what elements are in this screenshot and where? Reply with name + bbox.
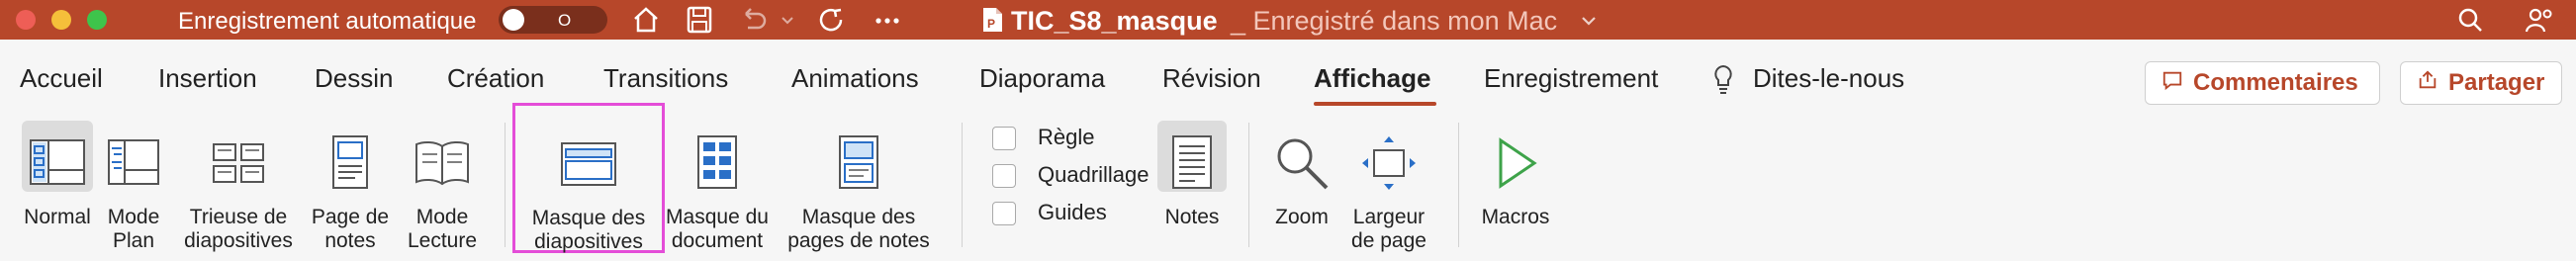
guides-checkbox[interactable]: Guides — [992, 200, 1107, 226]
slide-master-label: Masque des diapositives — [531, 207, 646, 253]
macros-button[interactable]: Macros — [1468, 119, 1563, 257]
zoom-window-button[interactable] — [87, 10, 107, 30]
notes-master-icon — [828, 132, 889, 194]
notes-pane-button[interactable]: Notes — [1148, 119, 1237, 257]
tab-accueil[interactable]: Accueil — [20, 63, 103, 94]
share-button[interactable]: Partager — [2400, 61, 2562, 105]
handout-master-icon — [687, 132, 748, 194]
autosave-state: O — [558, 11, 572, 30]
fit-to-window-icon — [1358, 132, 1420, 194]
more-icon[interactable] — [871, 4, 904, 36]
reading-view-icon — [412, 132, 473, 194]
comments-button-label: Commentaires — [2193, 69, 2358, 96]
slide-sorter-icon — [208, 132, 269, 194]
save-icon[interactable] — [683, 4, 716, 36]
tab-animations[interactable]: Animations — [791, 63, 919, 94]
ribbon-separator — [1248, 123, 1249, 247]
svg-text:P: P — [987, 17, 995, 31]
autosave-toggle[interactable]: O — [499, 6, 607, 34]
title-chevron-down-icon[interactable] — [1577, 4, 1601, 36]
share-button-label: Partager — [2448, 69, 2545, 96]
tab-insertion[interactable]: Insertion — [158, 63, 257, 94]
normal-view-icon — [27, 132, 88, 194]
reading-view-button[interactable]: Mode Lecture — [398, 119, 487, 257]
ribbon-affichage: Normal Mode Plan Trieuse de diapositives… — [0, 103, 2576, 261]
autosave-label: Enregistrement automatique — [178, 8, 477, 35]
gridlines-checkbox[interactable]: Quadrillage — [992, 162, 1150, 189]
notes-page-label: Page de notes — [311, 206, 390, 252]
undo-chevron-down-icon[interactable] — [778, 4, 797, 36]
tab-dites-le-nous[interactable]: Dites-le-nous — [1753, 63, 1904, 94]
powerpoint-doc-icon: P — [977, 4, 1007, 36]
zoom-label: Zoom — [1275, 206, 1329, 228]
macros-label: Macros — [1481, 206, 1550, 228]
zoom-icon — [1271, 132, 1333, 194]
handout-master-button[interactable]: Masque du document — [663, 119, 772, 257]
outline-view-icon — [103, 132, 164, 194]
close-window-button[interactable] — [16, 10, 36, 30]
search-icon[interactable] — [2453, 4, 2487, 36]
tab-creation[interactable]: Création — [447, 63, 544, 94]
ruler-label: Règle — [1038, 125, 1095, 149]
notes-master-button[interactable]: Masque des pages de notes — [778, 119, 940, 257]
autosave-toggle-knob — [503, 9, 524, 31]
document-title[interactable]: TIC_S8_masque — [1011, 6, 1218, 37]
normal-view-button[interactable]: Normal — [8, 119, 107, 257]
minimize-window-button[interactable] — [51, 10, 71, 30]
notes-pane-label: Notes — [1164, 206, 1220, 228]
tab-revision[interactable]: Révision — [1162, 63, 1261, 94]
gridlines-label: Quadrillage — [1038, 162, 1150, 187]
slide-master-button[interactable]: Masque des diapositives — [512, 103, 665, 253]
tab-transitions[interactable]: Transitions — [603, 63, 728, 94]
slide-master-icon — [558, 133, 619, 195]
ruler-checkbox-box[interactable] — [992, 127, 1016, 151]
guides-checkbox-box[interactable] — [992, 202, 1016, 226]
active-tab-indicator — [1314, 102, 1436, 106]
undo-icon[interactable] — [736, 4, 770, 36]
tab-dessin[interactable]: Dessin — [315, 63, 393, 94]
home-icon[interactable] — [629, 4, 663, 36]
fit-to-window-label: Largeur de page — [1351, 206, 1426, 252]
tab-enregistrement[interactable]: Enregistrement — [1484, 63, 1658, 94]
play-icon — [1485, 132, 1546, 194]
ribbon-separator — [505, 123, 506, 247]
share-people-icon[interactable] — [2523, 4, 2556, 36]
mode-plan-label: Mode Plan — [107, 206, 160, 252]
ribbon-separator — [962, 123, 963, 247]
gridlines-checkbox-box[interactable] — [992, 164, 1016, 189]
notes-page-button[interactable]: Page de notes — [303, 119, 398, 257]
comments-button[interactable]: Commentaires — [2145, 61, 2380, 105]
document-save-status: _ Enregistré dans mon Mac — [1231, 6, 1558, 36]
slide-sorter-button[interactable]: Trieuse de diapositives — [176, 119, 301, 257]
redo-icon[interactable] — [815, 4, 849, 36]
notes-page-icon — [320, 132, 381, 194]
mode-plan-button[interactable]: Mode Plan — [97, 119, 170, 257]
ruler-checkbox[interactable]: Règle — [992, 125, 1095, 151]
notes-pane-icon — [1161, 132, 1223, 194]
title-bar: Enregistrement automatique O P TIC_S8_ma… — [0, 0, 2576, 40]
slide-sorter-label: Trieuse de diapositives — [184, 206, 293, 252]
fit-to-window-button[interactable]: Largeur de page — [1341, 119, 1436, 257]
handout-master-label: Masque du document — [666, 206, 769, 252]
normal-view-label: Normal — [24, 206, 91, 228]
guides-label: Guides — [1038, 200, 1107, 224]
notes-master-label: Masque des pages de notes — [787, 206, 930, 252]
lightbulb-icon[interactable] — [1711, 63, 1751, 97]
ribbon-tabs: Accueil Insertion Dessin Création Transi… — [0, 40, 2576, 109]
ribbon-separator — [1458, 123, 1459, 247]
share-icon — [2417, 69, 2438, 98]
comment-icon — [2162, 69, 2183, 98]
zoom-button[interactable]: Zoom — [1262, 119, 1341, 257]
tab-affichage[interactable]: Affichage — [1314, 63, 1430, 94]
tab-diaporama[interactable]: Diaporama — [979, 63, 1105, 94]
reading-view-label: Mode Lecture — [407, 206, 478, 252]
